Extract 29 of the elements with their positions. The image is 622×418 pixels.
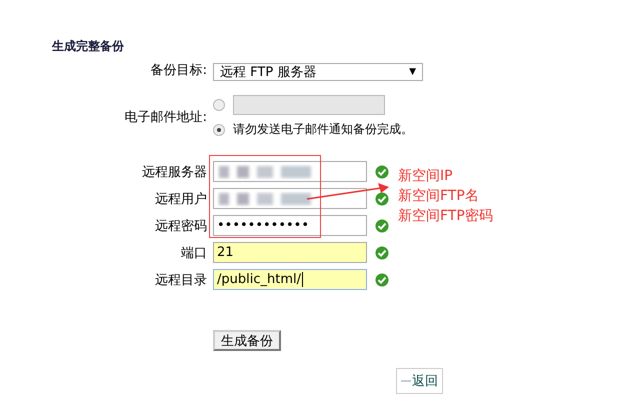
- check-icon: [375, 246, 389, 260]
- field-label: 备份目标:: [150, 62, 207, 78]
- back-link[interactable]: 返回: [396, 368, 443, 394]
- generate-backup-button[interactable]: 生成备份: [213, 330, 281, 351]
- field-label: 远程用户: [154, 190, 207, 208]
- annotation-note: 新空间IP: [398, 167, 454, 186]
- annotation-note: 新空间FTP名: [398, 187, 480, 206]
- text-input[interactable]: /public_html/: [213, 269, 367, 290]
- field-label: 电子邮件地址:: [124, 108, 207, 126]
- radio-button[interactable]: [213, 124, 225, 136]
- text-input[interactable]: [213, 188, 367, 209]
- text-input[interactable]: ••••••••••••: [213, 215, 367, 236]
- radio-button[interactable]: [213, 99, 225, 111]
- field-label: 远程服务器: [141, 164, 207, 180]
- backup-target-select[interactable]: 远程 FTP 服务器 ▼: [213, 63, 423, 81]
- option-label: 请勿发送电子邮件通知备份完成。: [233, 121, 413, 138]
- check-icon: [375, 192, 389, 206]
- email-input[interactable]: [233, 95, 385, 115]
- check-icon: [375, 272, 389, 286]
- text-input[interactable]: [213, 161, 367, 182]
- field-label: 远程目录: [154, 272, 207, 288]
- check-icon: [375, 164, 389, 178]
- annotation-note: 新空间FTP密码: [398, 207, 493, 226]
- field-label: 远程密码: [154, 218, 207, 234]
- check-icon: [375, 218, 389, 232]
- section-title: 生成完整备份: [52, 38, 125, 55]
- field-label: 端口: [180, 244, 207, 262]
- text-input[interactable]: 21: [213, 242, 367, 263]
- caret-icon: ▼: [409, 67, 416, 77]
